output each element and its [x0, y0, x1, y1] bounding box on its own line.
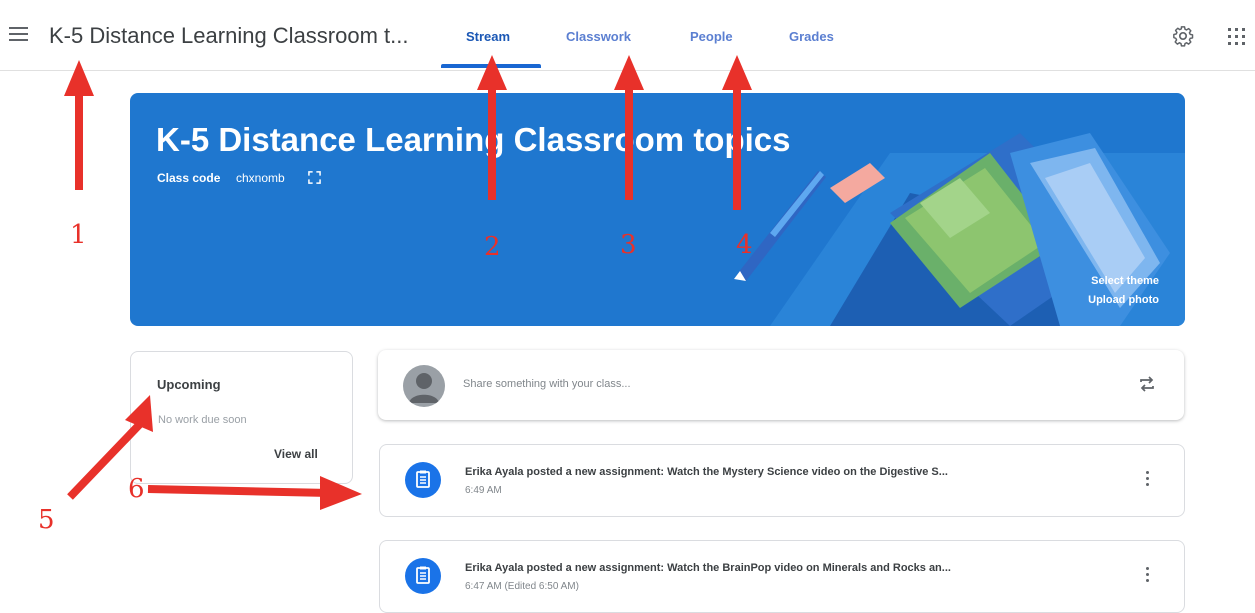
- tab-stream[interactable]: Stream: [466, 29, 510, 44]
- avatar: [403, 365, 445, 407]
- apps-grid-icon[interactable]: [1228, 28, 1246, 46]
- tab-people[interactable]: People: [690, 29, 733, 44]
- active-tab-indicator: [441, 64, 541, 68]
- more-options-icon[interactable]: [1144, 471, 1150, 489]
- post-time: 6:49 AM: [465, 485, 502, 496]
- upcoming-empty-text: No work due soon: [158, 414, 247, 426]
- class-banner: K-5 Distance Learning Classroom topics C…: [130, 93, 1185, 326]
- repost-icon[interactable]: [1137, 374, 1157, 394]
- assignment-icon: [405, 462, 441, 498]
- annotation-number: 1: [70, 220, 87, 250]
- view-all-link[interactable]: View all: [274, 447, 318, 461]
- post-time: 6:47 AM (Edited 6:50 AM): [465, 581, 579, 592]
- stream-post[interactable]: Erika Ayala posted a new assignment: Wat…: [379, 540, 1185, 613]
- share-placeholder[interactable]: Share something with your class...: [463, 378, 631, 390]
- tab-grades[interactable]: Grades: [789, 29, 834, 44]
- annotation-number: 6: [128, 474, 145, 504]
- annotation-number: 2: [484, 232, 501, 262]
- hamburger-menu-icon[interactable]: [9, 27, 28, 41]
- upcoming-title: Upcoming: [157, 377, 221, 392]
- assignment-icon: [405, 558, 441, 594]
- annotation-number: 3: [620, 230, 637, 260]
- share-box[interactable]: Share something with your class...: [378, 350, 1184, 420]
- more-options-icon[interactable]: [1144, 567, 1150, 585]
- select-theme-link[interactable]: Select theme: [1091, 275, 1159, 287]
- banner-title: K-5 Distance Learning Classroom topics: [156, 121, 791, 158]
- class-title[interactable]: K-5 Distance Learning Classroom t...: [49, 23, 409, 49]
- upload-photo-link[interactable]: Upload photo: [1088, 294, 1159, 306]
- post-title: Erika Ayala posted a new assignment: Wat…: [465, 562, 951, 574]
- top-app-bar: K-5 Distance Learning Classroom t... Str…: [0, 0, 1255, 71]
- post-title: Erika Ayala posted a new assignment: Wat…: [465, 466, 948, 478]
- upcoming-card: Upcoming No work due soon View all: [130, 351, 353, 484]
- annotation-number: 4: [736, 230, 753, 260]
- fullscreen-icon[interactable]: [308, 171, 321, 184]
- annotation-number: 5: [38, 505, 55, 535]
- gear-icon[interactable]: [1172, 25, 1194, 47]
- class-code-label: Class code: [157, 171, 221, 185]
- tab-classwork[interactable]: Classwork: [566, 29, 631, 44]
- class-code-value: chxnomb: [236, 171, 285, 185]
- stream-post[interactable]: Erika Ayala posted a new assignment: Wat…: [379, 444, 1185, 517]
- user-icon: [409, 373, 439, 403]
